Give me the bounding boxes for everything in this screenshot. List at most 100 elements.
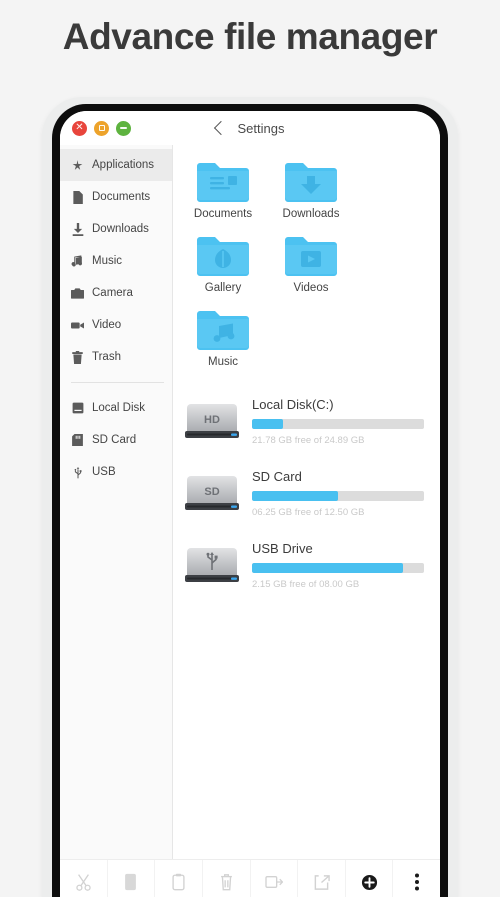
drive-row-local-disk[interactable]: HD Local Disk(C:) 21.78 GB free of 24.89… [183, 395, 424, 446]
share-icon [313, 872, 330, 892]
folder-item-label: Documents [193, 208, 253, 220]
storage-bar [252, 563, 424, 573]
sidebar-item-label: Camera [92, 287, 133, 299]
storage-bar-fill [252, 419, 283, 429]
scissors-icon [75, 872, 92, 892]
sidebar-item-music[interactable]: Music [60, 245, 172, 277]
maximize-button[interactable] [94, 120, 109, 136]
folder-item-label: Gallery [204, 282, 242, 294]
storage-bar [252, 419, 424, 429]
sidebar: Applications Documents Downloads Music C… [60, 145, 173, 859]
camera-icon [71, 287, 84, 300]
folder-item-downloads[interactable]: Downloads [267, 159, 355, 220]
folder-music-icon [195, 307, 251, 351]
sidebar-item-video[interactable]: Video [60, 309, 172, 341]
sidebar-item-label: Video [92, 319, 122, 331]
folder-gallery-icon [195, 233, 251, 277]
drive-name: SD Card [252, 469, 302, 484]
toolbar-button-newfolder[interactable]: NewFolder [346, 860, 394, 897]
sidebar-item-label: Music [92, 255, 123, 267]
storage-bar-fill [252, 491, 338, 501]
download-icon [71, 222, 84, 236]
toolbar-button-cut[interactable]: Cut [60, 860, 108, 897]
folder-item-label: Videos [293, 282, 329, 294]
folder-item-gallery[interactable]: Gallery [179, 233, 267, 294]
music-note-icon [71, 254, 84, 268]
minus-icon [120, 127, 127, 129]
drives-list: HD Local Disk(C:) 21.78 GB free of 24.89… [173, 381, 440, 590]
toolbar-button-share[interactable]: Share [298, 860, 346, 897]
drive-info: SD Card 06.25 GB free of 12.50 GB [252, 467, 424, 518]
drive-info: Local Disk(C:) 21.78 GB free of 24.89 GB [252, 395, 424, 446]
content-pane: Documents Downloads Gallery Videos Music… [173, 145, 440, 859]
sidebar-item-label: Downloads [92, 223, 149, 235]
plus-circle-icon [361, 872, 378, 892]
sidebar-item-downloads[interactable]: Downloads [60, 213, 172, 245]
toolbar-button-rename[interactable]: Rename [251, 860, 299, 897]
more-vertical-icon [414, 872, 420, 892]
hard-drive-icon: HD [183, 398, 241, 444]
svg-text:SD: SD [204, 486, 219, 498]
poster: Advance file manager ✕ Settings Applicat… [0, 0, 500, 897]
folder-downloads-icon [283, 159, 339, 203]
folder-grid: Documents Downloads Gallery Videos Music [173, 159, 440, 381]
window-titlebar: ✕ Settings [60, 111, 440, 145]
drive-free-space: 06.25 GB free of 12.50 GB [252, 507, 365, 518]
sidebar-item-documents[interactable]: Documents [60, 181, 172, 213]
folder-videos-icon [283, 233, 339, 277]
storage-bar-fill [252, 563, 404, 573]
paste-icon [171, 872, 186, 892]
video-camera-icon [71, 319, 84, 332]
folder-documents-icon [195, 159, 251, 203]
sd-card-icon [71, 434, 84, 447]
phone-screen: ✕ Settings Applications Documents Downlo… [60, 111, 440, 897]
toolbar-button-delete[interactable]: Delete [203, 860, 251, 897]
sidebar-item-label: USB [92, 466, 116, 478]
sidebar-item-local-disk[interactable]: Local Disk [60, 392, 172, 424]
storage-bar [252, 491, 424, 501]
traffic-lights: ✕ [72, 120, 131, 136]
sidebar-item-label: Trash [92, 351, 121, 363]
close-button[interactable]: ✕ [72, 120, 87, 136]
usb-drive-icon [183, 542, 241, 588]
toolbar-button-paste[interactable]: Paste [155, 860, 203, 897]
toolbar-button-copy[interactable]: Copy [108, 860, 156, 897]
sidebar-item-applications[interactable]: Applications [60, 149, 172, 181]
hard-disk-icon [71, 402, 84, 415]
sidebar-item-label: Local Disk [92, 402, 146, 414]
drive-name: USB Drive [252, 541, 313, 556]
minimize-button[interactable] [116, 120, 131, 136]
trash-icon [71, 350, 84, 364]
folder-item-label: Downloads [282, 208, 340, 220]
sidebar-item-trash[interactable]: Trash [60, 341, 172, 373]
trash-icon [219, 872, 234, 892]
sidebar-item-camera[interactable]: Camera [60, 277, 172, 309]
drive-row-sd-card[interactable]: SD SD Card 06.25 GB free of 12.50 GB [183, 467, 424, 518]
copy-icon [123, 872, 138, 892]
sidebar-item-label: Applications [92, 159, 155, 171]
chevron-left-icon[interactable] [213, 120, 228, 136]
document-icon [71, 190, 84, 204]
sidebar-item-sd-card[interactable]: SD Card [60, 424, 172, 456]
sidebar-divider [71, 382, 164, 383]
window-title: Settings [237, 120, 285, 136]
sidebar-item-label: SD Card [92, 434, 137, 446]
folder-item-documents[interactable]: Documents [179, 159, 267, 220]
sidebar-item-usb[interactable]: USB [60, 456, 172, 488]
folder-item-label: Music [207, 356, 239, 368]
usb-icon [71, 466, 84, 479]
drive-info: USB Drive 2.15 GB free of 08.00 GB [252, 539, 424, 590]
toolbar-button-more[interactable]: More [393, 860, 440, 897]
sd-drive-icon: SD [183, 470, 241, 516]
sidebar-item-label: Documents [92, 191, 151, 203]
window-body: Applications Documents Downloads Music C… [60, 145, 440, 859]
rename-icon [265, 872, 283, 892]
drive-row-usb-drive[interactable]: USB Drive 2.15 GB free of 08.00 GB [183, 539, 424, 590]
folder-item-music[interactable]: Music [179, 307, 267, 368]
svg-text:HD: HD [204, 414, 220, 426]
drive-name: Local Disk(C:) [252, 397, 334, 412]
drive-free-space: 21.78 GB free of 24.89 GB [252, 435, 365, 446]
folder-item-videos[interactable]: Videos [267, 233, 355, 294]
page-title: Advance file manager [62, 16, 438, 57]
drive-free-space: 2.15 GB free of 08.00 GB [252, 579, 360, 590]
